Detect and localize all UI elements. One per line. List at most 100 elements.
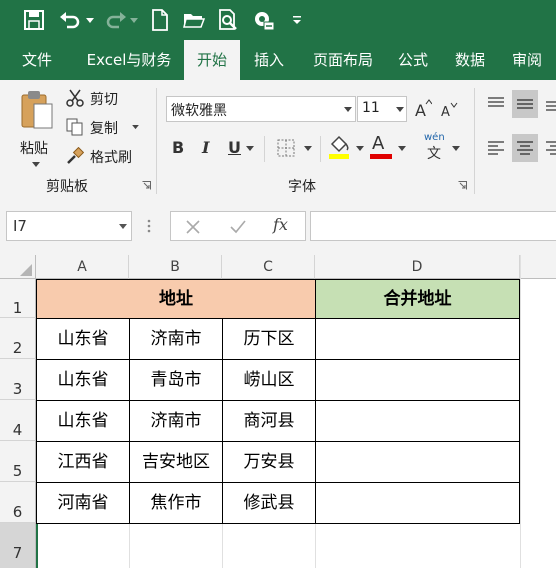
row-header-1[interactable]: 1 xyxy=(0,279,36,318)
tab-insert[interactable]: 插入 xyxy=(244,40,294,80)
column-header-e[interactable] xyxy=(520,255,556,279)
bold-button[interactable]: B xyxy=(172,138,184,157)
cell-d2[interactable] xyxy=(315,318,520,360)
cell-b6[interactable]: 焦作市 xyxy=(129,482,223,524)
copy-dropdown-icon[interactable] xyxy=(132,125,139,130)
cell-c3[interactable]: 崂山区 xyxy=(222,359,316,401)
font-color-button[interactable]: A xyxy=(372,133,384,154)
cell-b5[interactable]: 吉安地区 xyxy=(129,441,223,483)
font-separator xyxy=(264,136,265,162)
copy-button[interactable]: 复制 xyxy=(66,117,146,139)
cell-b4[interactable]: 济南市 xyxy=(129,400,223,442)
cell-d4[interactable] xyxy=(315,400,520,442)
cell-c4[interactable]: 商河县 xyxy=(222,400,316,442)
clipboard-dialog-launcher-icon[interactable] xyxy=(142,181,151,190)
increase-font-size-icon[interactable]: A xyxy=(414,98,432,118)
fill-color-dropdown-icon[interactable] xyxy=(356,146,364,152)
font-color-dropdown-icon[interactable] xyxy=(398,146,406,152)
row-header-6[interactable]: 6 xyxy=(0,482,36,523)
formula-input[interactable] xyxy=(310,211,556,241)
phonetic-dropdown-icon[interactable] xyxy=(452,146,460,152)
row-header-4[interactable]: 4 xyxy=(0,400,36,441)
undo-icon[interactable] xyxy=(58,8,82,32)
align-middle-button[interactable] xyxy=(512,90,538,118)
font-dialog-launcher-icon[interactable] xyxy=(458,181,467,190)
format-painter-button[interactable]: 格式刷 xyxy=(66,146,146,168)
underline-button[interactable]: U xyxy=(228,138,241,157)
cell-a1-merged-address[interactable]: 地址 xyxy=(36,279,316,319)
borders-icon[interactable] xyxy=(276,138,296,158)
font-size-combobox[interactable]: 11 xyxy=(357,96,407,122)
tab-excel-finance[interactable]: Excel与财务 xyxy=(78,40,180,80)
borders-dropdown-icon[interactable] xyxy=(304,146,312,152)
column-header-c[interactable]: C xyxy=(222,255,315,279)
underline-dropdown-icon[interactable] xyxy=(246,146,254,152)
cell-d5[interactable] xyxy=(315,441,520,483)
align-top-icon[interactable] xyxy=(486,94,506,114)
cell-a3[interactable]: 山东省 xyxy=(36,359,130,401)
phonetic-guide-button[interactable]: wén 文 xyxy=(424,132,448,162)
cell-c6[interactable]: 修武县 xyxy=(222,482,316,524)
cell-a2[interactable]: 山东省 xyxy=(36,318,130,360)
tab-home[interactable]: 开始 xyxy=(184,40,240,80)
gridline xyxy=(129,523,130,568)
enter-check-icon[interactable] xyxy=(229,219,247,235)
tab-page-layout[interactable]: 页面布局 xyxy=(300,40,386,80)
align-left-icon[interactable] xyxy=(486,138,506,158)
cell-c5[interactable]: 万安县 xyxy=(222,441,316,483)
ribbon: 粘贴 剪切 复制 格式刷 剪贴板 微软雅黑 11 A A B I U A wén… xyxy=(0,80,556,201)
undo-dropdown-icon[interactable] xyxy=(86,16,94,24)
column-header-d[interactable]: D xyxy=(315,255,520,279)
column-header-b[interactable]: B xyxy=(129,255,222,279)
row-header-2[interactable]: 2 xyxy=(0,318,36,359)
row-header-7[interactable]: 7 xyxy=(0,523,36,568)
font-name-combobox[interactable]: 微软雅黑 xyxy=(166,96,356,122)
clipboard-icon xyxy=(21,91,53,129)
cell-a4[interactable]: 山东省 xyxy=(36,400,130,442)
cell-a6[interactable]: 河南省 xyxy=(36,482,130,524)
font-name-dropdown-icon[interactable] xyxy=(344,107,352,113)
cell-a5[interactable]: 江西省 xyxy=(36,441,130,483)
align-right-icon[interactable] xyxy=(544,138,556,158)
column-header-a[interactable]: A xyxy=(36,255,129,279)
paste-dropdown-icon[interactable] xyxy=(32,162,40,168)
open-folder-icon[interactable] xyxy=(182,8,206,32)
font-size-dropdown-icon[interactable] xyxy=(396,107,404,113)
cut-button[interactable]: 剪切 xyxy=(66,88,146,110)
align-center-button[interactable] xyxy=(512,134,538,162)
cell-b2[interactable]: 济南市 xyxy=(129,318,223,360)
name-box-dropdown-icon[interactable] xyxy=(119,224,127,230)
cell-c2[interactable]: 历下区 xyxy=(222,318,316,360)
row-header-5[interactable]: 5 xyxy=(0,441,36,482)
italic-button[interactable]: I xyxy=(202,138,209,157)
customize-qat-icon[interactable] xyxy=(292,14,302,26)
cell-b3[interactable]: 青岛市 xyxy=(129,359,223,401)
print-preview-icon[interactable] xyxy=(216,8,240,32)
cell-d6[interactable] xyxy=(315,482,520,524)
row-header-3[interactable]: 3 xyxy=(0,359,36,400)
svg-text:A: A xyxy=(441,105,450,120)
decrease-font-size-icon[interactable]: A xyxy=(440,100,458,120)
tab-file[interactable]: 文件 xyxy=(8,40,66,80)
save-icon[interactable] xyxy=(22,8,46,32)
ribbon-separator xyxy=(156,88,157,194)
cell-d3[interactable] xyxy=(315,359,520,401)
paste-button[interactable]: 粘贴 xyxy=(14,88,58,174)
select-all-triangle-icon xyxy=(20,264,32,276)
align-bottom-icon[interactable] xyxy=(544,94,556,114)
ribbon-tab-bar: 文件 Excel与财务 开始 插入 页面布局 公式 数据 审阅 xyxy=(0,40,556,80)
tab-data[interactable]: 数据 xyxy=(444,40,496,80)
fill-color-icon[interactable] xyxy=(328,134,350,160)
insert-function-button[interactable]: fx xyxy=(273,215,288,234)
svg-text:A: A xyxy=(415,101,426,118)
tab-formulas[interactable]: 公式 xyxy=(390,40,436,80)
tab-review[interactable]: 审阅 xyxy=(502,40,552,80)
resize-handle-icon[interactable] xyxy=(146,218,152,234)
gridline xyxy=(222,523,223,568)
select-all-corner[interactable] xyxy=(0,255,36,279)
cancel-icon[interactable] xyxy=(185,219,201,235)
new-document-icon[interactable] xyxy=(148,8,172,32)
name-box[interactable]: I7 xyxy=(6,211,132,241)
cell-d1-merged-address-header[interactable]: 合并地址 xyxy=(315,279,520,319)
settings-tool-icon[interactable] xyxy=(252,8,276,32)
